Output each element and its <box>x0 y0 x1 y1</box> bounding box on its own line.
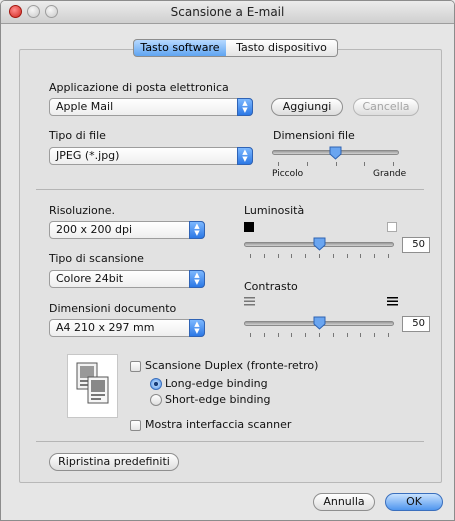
brightness-value-field[interactable]: 50 <box>402 237 430 253</box>
slider-tick <box>291 254 292 258</box>
chevron-updown-icon: ▲ ▼ <box>189 319 205 337</box>
slider-tick <box>360 254 361 258</box>
file-size-label: Dimensioni file <box>273 129 355 142</box>
resolution-select[interactable]: 200 x 200 dpi ▲ ▼ <box>49 221 205 239</box>
tab-device-button[interactable]: Tasto dispositivo <box>226 39 338 57</box>
slider-tick <box>319 254 320 258</box>
file-size-slider-thumb[interactable] <box>329 146 342 160</box>
long-edge-label: Long-edge binding <box>165 377 268 390</box>
chevron-updown-icon: ▲ ▼ <box>237 98 253 116</box>
slider-tick <box>278 254 279 258</box>
show-scanner-interface-checkbox[interactable] <box>130 420 141 431</box>
email-app-value: Apple Mail <box>56 100 114 113</box>
file-type-select[interactable]: JPEG (*.jpg) ▲ ▼ <box>49 147 253 165</box>
chevron-updown-icon: ▲ ▼ <box>189 270 205 288</box>
duplex-checkbox-label: Scansione Duplex (fronte-retro) <box>145 359 319 372</box>
tab-software-button[interactable]: Tasto software <box>133 39 227 57</box>
scan-to-email-window: Scansione a E-mail Tasto software Tasto … <box>0 0 455 521</box>
add-button[interactable]: Aggiungi <box>271 98 343 116</box>
slider-tick <box>388 254 389 258</box>
slider-tick <box>278 333 279 337</box>
slider-tick <box>319 333 320 337</box>
slider-tick <box>364 162 365 166</box>
brightness-label: Luminosità <box>244 204 305 217</box>
slider-tick <box>250 333 251 337</box>
slider-tick <box>333 333 334 337</box>
window-title: Scansione a E-mail <box>170 5 285 19</box>
email-app-select[interactable]: Apple Mail ▲ ▼ <box>49 98 253 116</box>
low-contrast-icon <box>244 297 255 306</box>
file-type-value: JPEG (*.jpg) <box>56 149 120 162</box>
duplex-preview <box>67 354 118 418</box>
resolution-label: Risoluzione. <box>49 204 115 217</box>
long-edge-radio[interactable] <box>150 378 162 390</box>
contrast-value-field[interactable]: 50 <box>402 316 430 332</box>
show-scanner-interface-label: Mostra interfaccia scanner <box>145 418 292 431</box>
slider-tick <box>250 254 251 258</box>
brightness-ticks <box>244 254 394 260</box>
ok-button[interactable]: OK <box>385 493 443 511</box>
slider-tick <box>374 333 375 337</box>
scan-type-value: Colore 24bit <box>56 272 124 285</box>
contrast-slider-thumb[interactable] <box>313 316 326 330</box>
light-swatch-icon <box>387 222 397 232</box>
slider-tick <box>360 333 361 337</box>
chevron-updown-icon: ▲ ▼ <box>237 147 253 165</box>
slider-tick <box>347 254 348 258</box>
contrast-label: Contrasto <box>244 280 298 293</box>
document-size-label: Dimensioni documento <box>49 302 177 315</box>
section-divider <box>36 189 424 190</box>
slider-tick <box>305 254 306 258</box>
file-size-max-label: Grande <box>373 169 407 179</box>
slider-tick <box>374 254 375 258</box>
title-bar: Scansione a E-mail <box>1 1 454 24</box>
delete-button[interactable]: Cancella <box>353 98 419 116</box>
file-size-min-label: Piccolo <box>272 169 304 179</box>
slider-tick <box>278 162 279 166</box>
chevron-updown-icon: ▲ ▼ <box>189 221 205 239</box>
file-type-label: Tipo di file <box>49 129 106 142</box>
duplex-pages-icon <box>76 362 109 404</box>
slider-tick <box>388 333 389 337</box>
high-contrast-icon <box>387 297 398 306</box>
slider-tick <box>336 162 337 166</box>
document-size-select[interactable]: A4 210 x 297 mm ▲ ▼ <box>49 319 205 337</box>
slider-tick <box>333 254 334 258</box>
scan-type-label: Tipo di scansione <box>49 252 144 265</box>
short-edge-label: Short-edge binding <box>165 393 271 406</box>
email-app-label: Applicazione di posta elettronica <box>49 81 229 94</box>
duplex-checkbox[interactable] <box>130 361 141 372</box>
slider-tick <box>393 162 394 166</box>
slider-tick <box>347 333 348 337</box>
brightness-slider-thumb[interactable] <box>313 237 326 251</box>
short-edge-radio[interactable] <box>150 394 162 406</box>
slider-tick <box>307 162 308 166</box>
slider-tick <box>264 333 265 337</box>
contrast-ticks <box>244 333 394 339</box>
file-size-ticks <box>272 162 399 168</box>
slider-tick <box>264 254 265 258</box>
document-size-value: A4 210 x 297 mm <box>56 321 155 334</box>
section-divider <box>36 441 424 442</box>
slider-tick <box>291 333 292 337</box>
slider-tick <box>305 333 306 337</box>
restore-defaults-button[interactable]: Ripristina predefiniti <box>49 453 179 471</box>
scan-type-select[interactable]: Colore 24bit ▲ ▼ <box>49 270 205 288</box>
cancel-button[interactable]: Annulla <box>313 493 375 511</box>
dark-swatch-icon <box>244 222 254 232</box>
resolution-value: 200 x 200 dpi <box>56 223 133 236</box>
